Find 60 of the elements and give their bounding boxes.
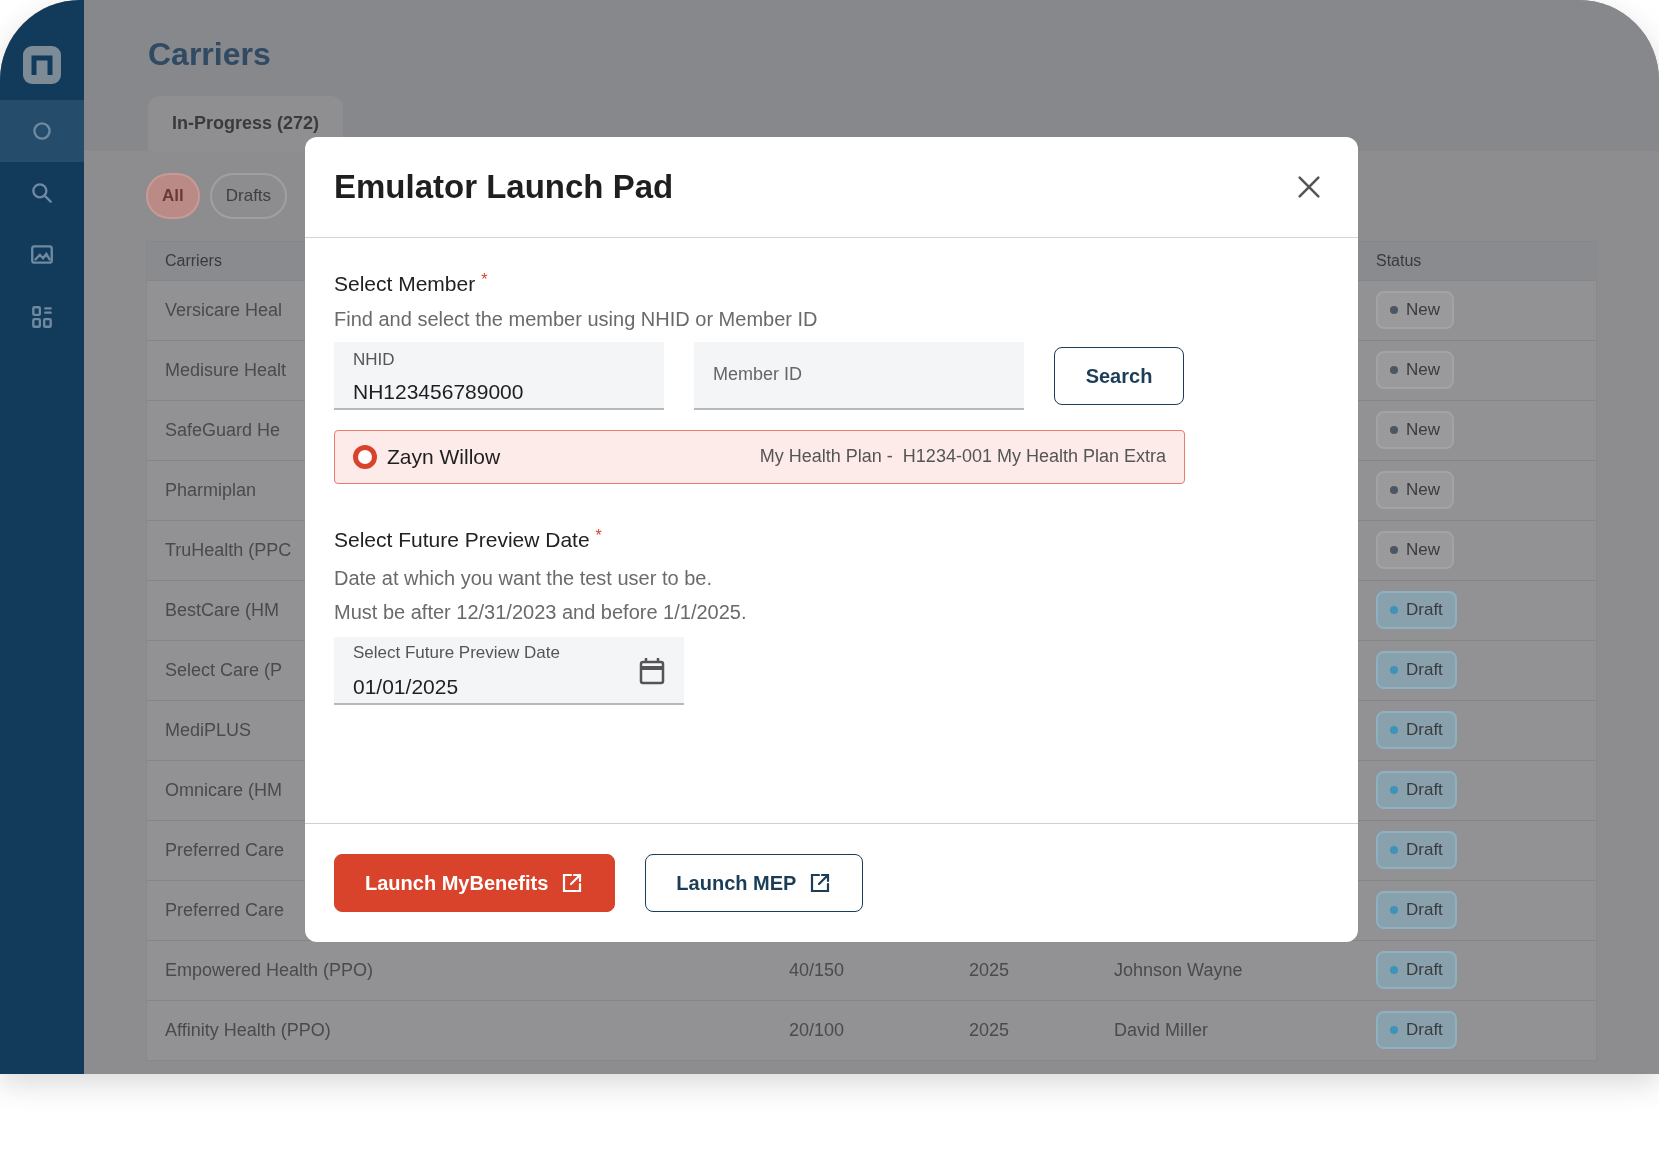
status-badge: New (1376, 531, 1454, 569)
plan-text: My Health Plan - H1234-001 My Health Plan Extra (759, 445, 1166, 468)
table-cell: TruHealth (PPC (165, 539, 292, 560)
field-label: Select Future Preview Date (334, 526, 590, 553)
table-cell: Select Care (P (165, 659, 283, 680)
search-icon (29, 180, 55, 206)
table-cell: Versicare Heal (165, 299, 283, 320)
nhid-field[interactable]: NHID NH123456789000 (334, 341, 664, 410)
radio-button[interactable] (353, 444, 377, 469)
status-badge: Draft (1376, 651, 1457, 689)
calendar-icon[interactable] (639, 657, 665, 685)
table-cell: 20/100 (789, 1019, 845, 1040)
tab[interactable]: In-Progress (272) (148, 96, 344, 151)
column-header: Status (1375, 250, 1422, 271)
grid-icon (29, 304, 55, 330)
member-result[interactable]: Zayn Willow My Health Plan - H1234-001 My Health Plan Extra (334, 429, 1185, 484)
dialog-title: Emulator Launch Pad (334, 167, 674, 208)
page-title: Carriers (148, 35, 272, 74)
close-icon (1295, 173, 1323, 201)
status-badge: Draft (1376, 891, 1457, 929)
table-cell: Empowered Health (PPO) (165, 959, 374, 980)
hint-text: Date at which you want the test user to be. (334, 566, 713, 591)
table-cell: MediPLUS (165, 719, 252, 740)
status-badge: Draft (1376, 711, 1457, 749)
table-cell: Preferred Care (165, 839, 285, 860)
status-badge: Draft (1376, 1011, 1457, 1049)
required-mark: * (481, 270, 488, 290)
table-cell: Affinity Health (PPO) (165, 1019, 331, 1040)
status-badge: New (1376, 351, 1454, 389)
launch-button[interactable]: Launch MyBenefits (334, 854, 616, 912)
table-cell: 2025 (969, 959, 1010, 980)
launch-button[interactable]: Launch MEP (645, 854, 864, 912)
hint-text: Must be after 12/31/2023 and before 1/1/2025. (334, 600, 748, 625)
table-cell: Preferred Care (165, 899, 285, 920)
status-badge: Draft (1376, 591, 1457, 629)
table-cell: Pharmiplan (165, 479, 257, 500)
logo-icon (21, 44, 63, 86)
table-cell: Johnson Wayne (1114, 959, 1243, 980)
table-cell: 40/150 (789, 959, 845, 980)
sidebar-item[interactable] (0, 100, 84, 162)
table-cell: 2025 (969, 1019, 1010, 1040)
field-label: Select Member (334, 271, 476, 297)
table-cell: David Miller (1114, 1019, 1209, 1040)
table-cell: Medisure Healt (165, 359, 287, 380)
status-badge: Draft (1376, 951, 1457, 989)
member-name: Zayn Willow (387, 443, 501, 470)
search-button[interactable]: Search (1054, 346, 1184, 405)
member-id-field[interactable]: Member ID (694, 341, 1024, 410)
status-badge: New (1376, 471, 1454, 509)
status-badge: Draft (1376, 831, 1457, 869)
column-header: Carriers (164, 250, 223, 271)
status-badge: Draft (1376, 771, 1457, 809)
table-cell: Omnicare (HM (165, 779, 282, 800)
required-mark: * (595, 525, 602, 546)
table-cell: SafeGuard He (165, 419, 281, 440)
status-badge: New (1376, 291, 1454, 329)
table-cell: BestCare (HM (165, 599, 280, 620)
hint-text: Find and select the member using NHID or Member ID (334, 306, 819, 332)
date-field[interactable]: Select Future Preview Date 01/01/2025 (334, 637, 684, 705)
status-badge: New (1376, 411, 1454, 449)
